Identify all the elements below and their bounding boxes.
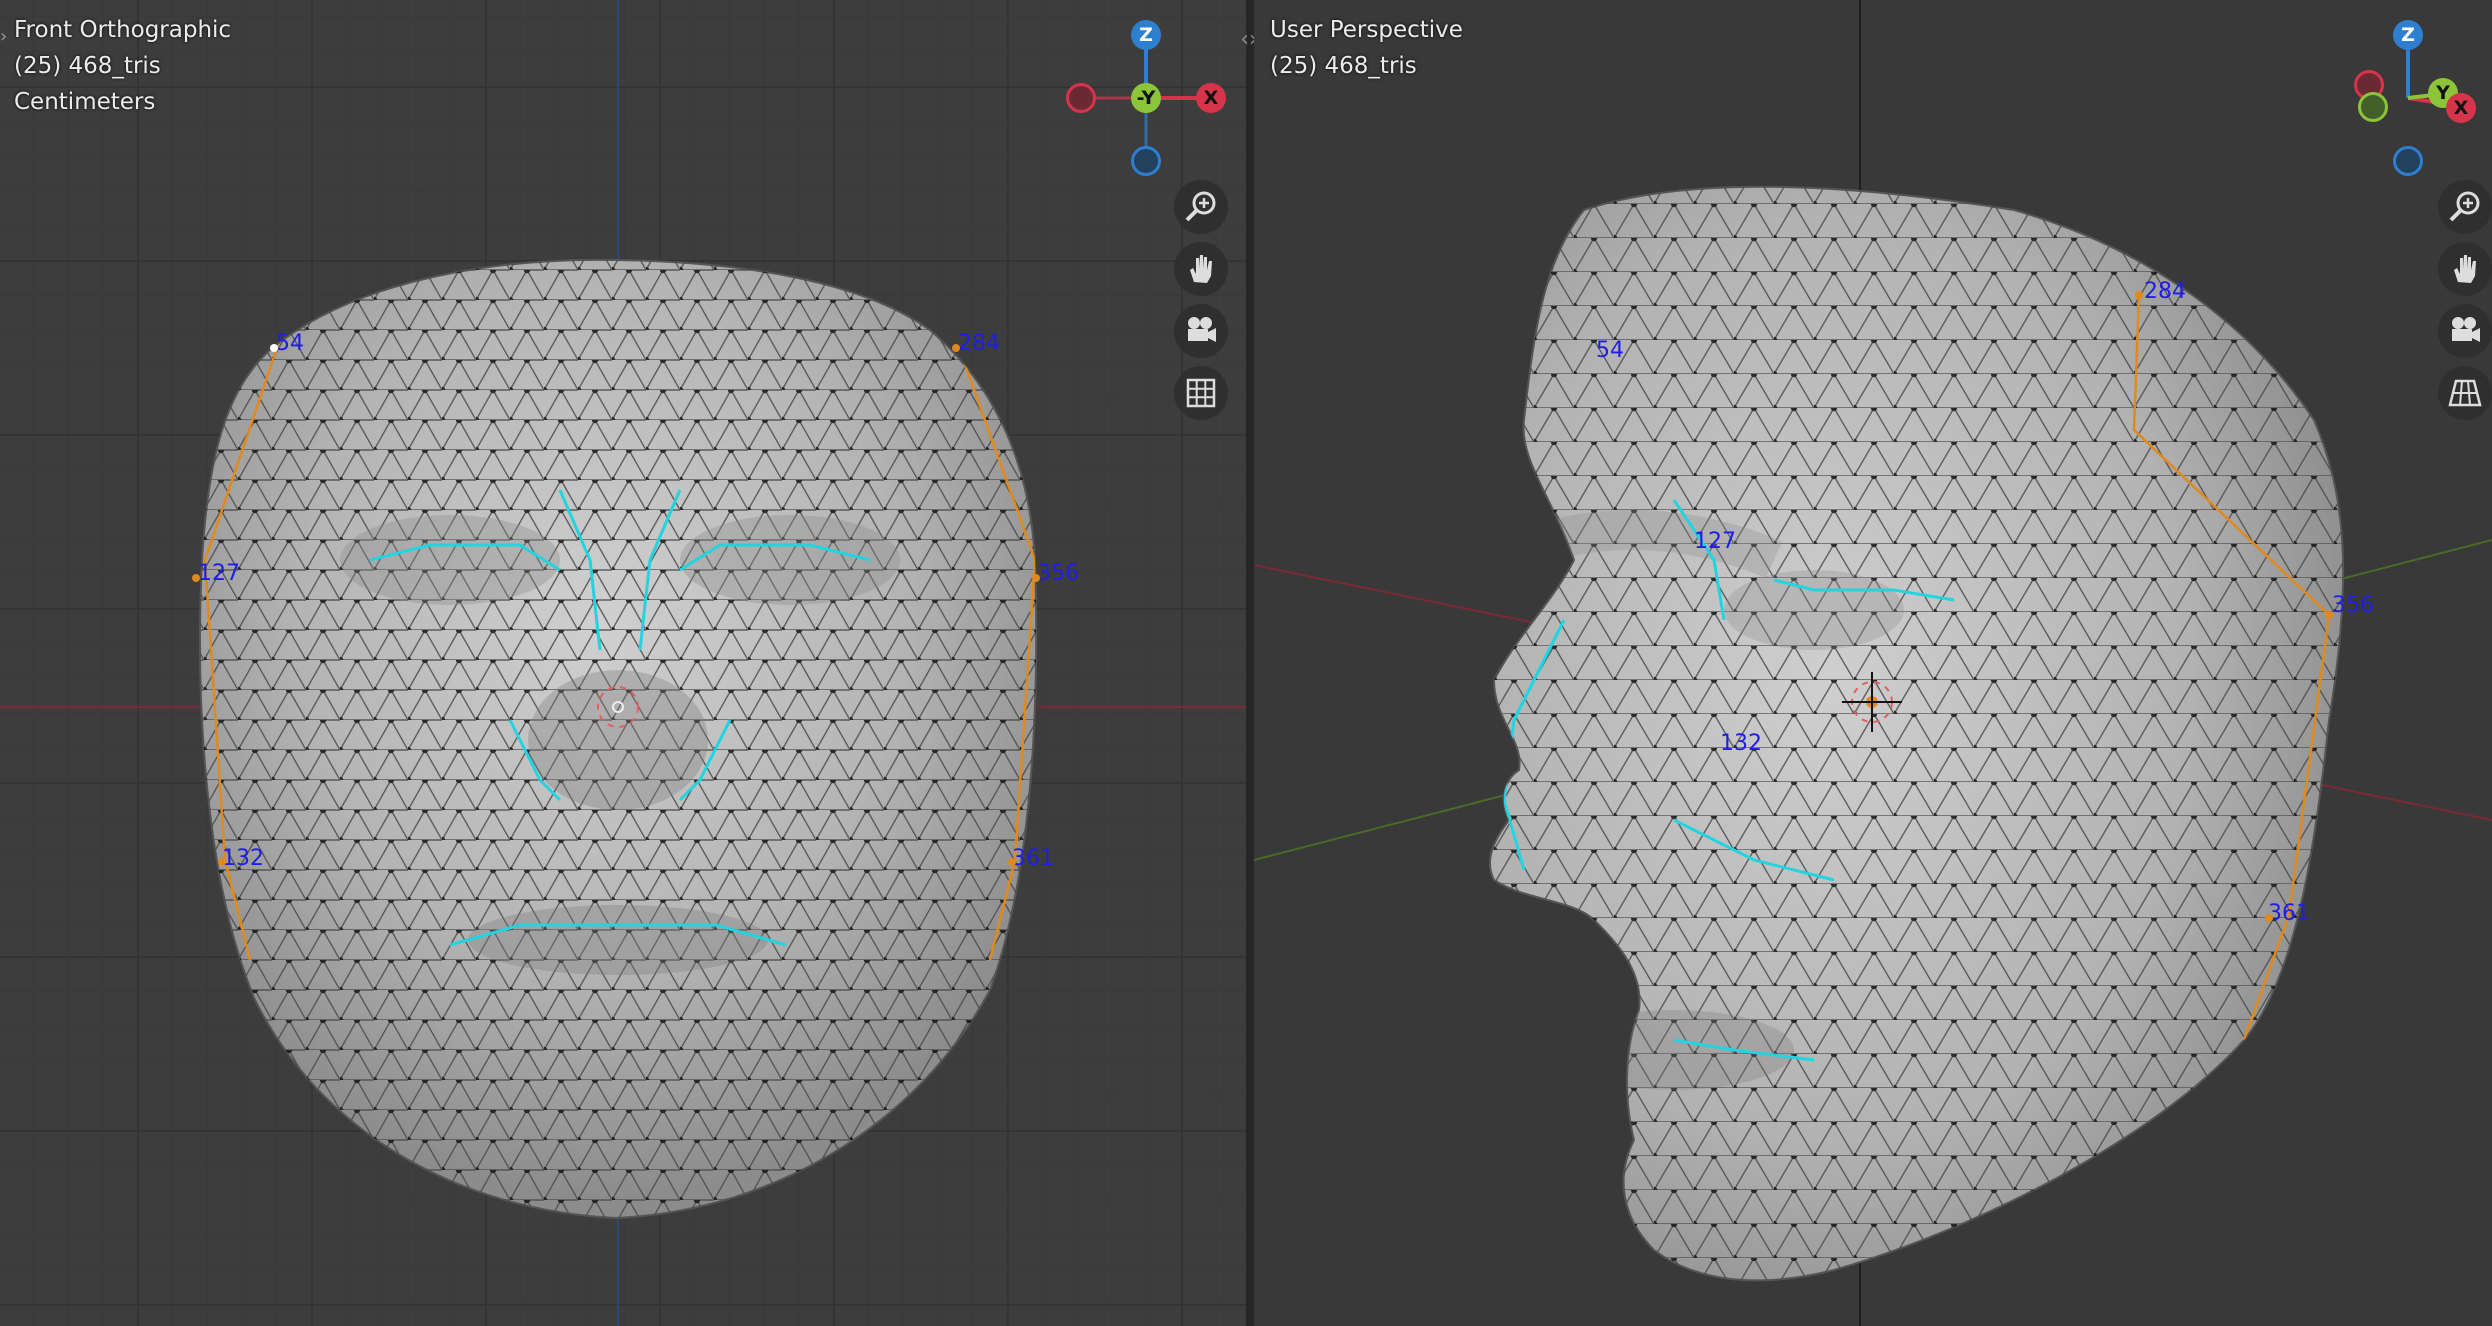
camera-view-button[interactable]: [1174, 304, 1228, 358]
vertex-label-54: 54: [1596, 338, 1624, 363]
orientation-gizmo[interactable]: Z -Y X: [1060, 14, 1240, 184]
object-info: (25) 468_tris: [14, 53, 161, 79]
pan-button[interactable]: [1174, 242, 1228, 296]
gizmo-neg-x-axis[interactable]: [1066, 83, 1096, 113]
units-label: Centimeters: [14, 89, 156, 115]
perspective-grid-icon: [2448, 379, 2482, 407]
object-info: (25) 468_tris: [1270, 53, 1417, 79]
vertex-label-356: 356: [2332, 593, 2374, 618]
vertex-label-284: 284: [958, 331, 1000, 356]
viewport-user-perspective[interactable]: 54 284 127 356 132 361 User Perspective …: [1254, 0, 2492, 1326]
front-mesh-canvas: 54 284 127 356 132 361: [0, 0, 1246, 1326]
gizmo-neg-y-axis[interactable]: [2358, 92, 2388, 122]
vertex-label-127: 127: [198, 561, 240, 586]
vertex-label-356: 356: [1037, 561, 1079, 586]
vertex-label-127: 127: [1694, 529, 1736, 554]
zoom-button[interactable]: [2438, 180, 2492, 234]
gizmo-x-axis[interactable]: X: [2446, 93, 2476, 123]
vertex-label-361: 361: [2268, 901, 2310, 926]
gizmo-z-axis[interactable]: Z: [1131, 20, 1161, 50]
zoom-icon: [1185, 191, 1216, 222]
vertex-label-54: 54: [276, 331, 304, 356]
perspective-mesh-canvas: 54 284 127 356 132 361: [1254, 0, 2492, 1326]
hand-pan-icon: [2454, 255, 2476, 283]
toggle-view-button[interactable]: [2438, 366, 2492, 420]
vertex-label-132: 132: [1720, 731, 1762, 756]
pan-button[interactable]: [2438, 242, 2492, 296]
camera-view-button[interactable]: [2438, 304, 2492, 358]
gizmo-x-axis[interactable]: X: [1196, 83, 1226, 113]
gizmo-neg-z-axis[interactable]: [2393, 146, 2423, 176]
hand-pan-icon: [1190, 255, 1212, 283]
vertex-label-361: 361: [1012, 846, 1054, 871]
viewport-info: Front Orthographic (25) 468_tris Centime…: [14, 12, 231, 120]
viewport-splitter[interactable]: [1246, 0, 1254, 1326]
viewport-front-orthographic[interactable]: 54 284 127 356 132 361 › Front Orthograp…: [0, 0, 1246, 1326]
collapse-arrow-icon[interactable]: ›: [0, 26, 7, 47]
zoom-button[interactable]: [1174, 180, 1228, 234]
viewport-info: User Perspective (25) 468_tris: [1270, 12, 1463, 84]
camera-icon: [2452, 317, 2480, 342]
gizmo-neg-y-axis[interactable]: -Y: [1131, 83, 1161, 113]
zoom-icon: [2449, 191, 2480, 222]
vertex-label-284: 284: [2144, 279, 2186, 304]
gizmo-z-axis[interactable]: Z: [2393, 20, 2423, 50]
toggle-view-button[interactable]: [1174, 366, 1228, 420]
camera-icon: [1188, 317, 1216, 342]
grid-icon: [1186, 378, 1216, 408]
orientation-gizmo[interactable]: Z Y X: [2330, 14, 2490, 184]
gizmo-neg-z-axis[interactable]: [1131, 146, 1161, 176]
vertex-label-132: 132: [222, 846, 264, 871]
view-name: Front Orthographic: [14, 17, 232, 43]
view-name: User Perspective: [1270, 17, 1463, 43]
